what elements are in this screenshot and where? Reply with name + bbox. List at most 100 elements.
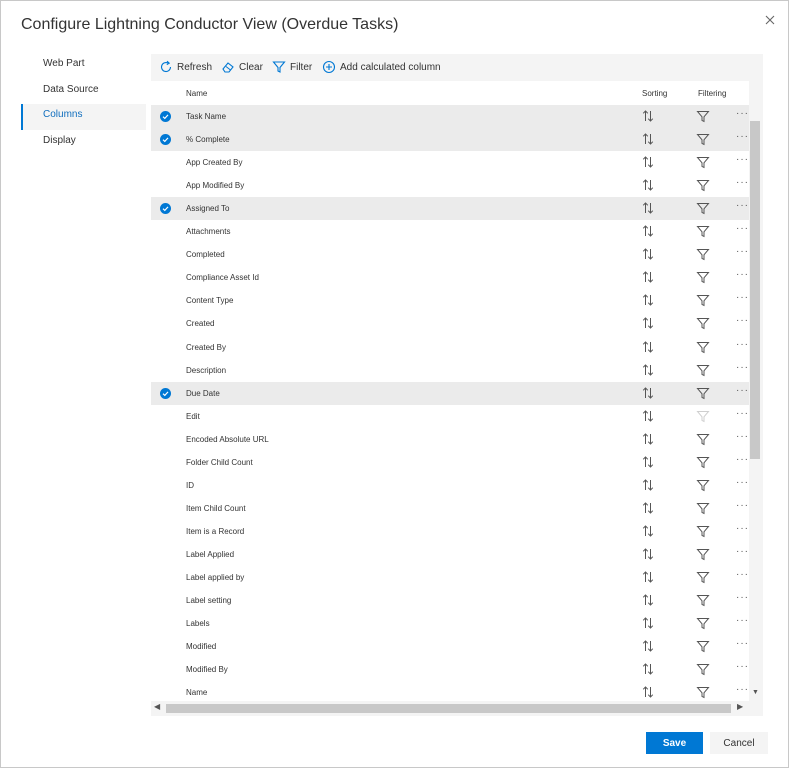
sort-toggle[interactable] [642, 432, 654, 446]
sort-toggle[interactable] [642, 363, 654, 377]
sort-toggle[interactable] [642, 386, 654, 400]
filter-toggle[interactable] [696, 341, 710, 354]
nav-item-display[interactable]: Display [21, 130, 146, 156]
sort-toggle[interactable] [642, 132, 654, 146]
row-checkbox[interactable] [160, 134, 171, 146]
sort-toggle[interactable] [642, 247, 654, 261]
table-row[interactable]: Name ··· [151, 681, 749, 701]
filter-toggle[interactable] [696, 686, 710, 699]
more-options-button[interactable]: ··· [736, 131, 749, 142]
filter-toggle[interactable] [696, 640, 710, 653]
more-options-button[interactable]: ··· [736, 200, 749, 211]
more-options-button[interactable]: ··· [736, 569, 749, 580]
nav-item-web-part[interactable]: Web Part [21, 53, 146, 79]
filter-toggle[interactable] [696, 110, 710, 123]
table-row[interactable]: % Complete ··· [151, 128, 749, 152]
more-options-button[interactable]: ··· [736, 362, 749, 373]
sort-toggle[interactable] [642, 593, 654, 607]
filter-toggle[interactable] [696, 294, 710, 307]
row-checkbox[interactable] [160, 111, 171, 122]
more-options-button[interactable]: ··· [736, 408, 749, 419]
more-options-button[interactable]: ··· [736, 638, 749, 649]
more-options-button[interactable]: ··· [736, 523, 749, 534]
more-options-button[interactable]: ··· [736, 592, 749, 603]
table-row[interactable]: Encoded Absolute URL ··· [151, 428, 749, 451]
sort-toggle[interactable] [642, 155, 654, 169]
table-row[interactable]: Modified By ··· [151, 658, 749, 681]
filter-toggle[interactable] [696, 548, 710, 561]
table-row[interactable]: App Created By ··· [151, 151, 749, 174]
more-options-button[interactable]: ··· [736, 246, 749, 257]
column-header-sorting[interactable]: Sorting [642, 89, 667, 98]
nav-item-data-source[interactable]: Data Source [21, 79, 146, 105]
more-options-button[interactable]: ··· [736, 431, 749, 442]
more-options-button[interactable]: ··· [736, 454, 749, 465]
more-options-button[interactable]: ··· [736, 546, 749, 557]
filter-toggle[interactable] [696, 502, 710, 515]
more-options-button[interactable]: ··· [736, 154, 749, 165]
sort-toggle[interactable] [642, 547, 654, 561]
filter-toggle[interactable] [696, 317, 710, 330]
filter-toggle[interactable] [696, 156, 710, 169]
sort-toggle[interactable] [642, 316, 654, 330]
vertical-scroll-thumb[interactable] [750, 121, 760, 459]
more-options-button[interactable]: ··· [736, 223, 749, 234]
sort-toggle[interactable] [642, 178, 654, 192]
table-row[interactable]: Assigned To ··· [151, 197, 749, 221]
more-options-button[interactable]: ··· [736, 477, 749, 488]
table-row[interactable]: Modified ··· [151, 635, 749, 658]
filter-toggle[interactable] [696, 571, 710, 584]
table-row[interactable]: Attachments ··· [151, 220, 749, 243]
table-row[interactable]: Compliance Asset Id ··· [151, 266, 749, 289]
filter-toggle[interactable] [696, 663, 710, 676]
table-row[interactable]: Content Type ··· [151, 289, 749, 312]
filter-toggle[interactable] [696, 617, 710, 630]
table-row[interactable]: Label applied by ··· [151, 566, 749, 589]
filter-toggle[interactable] [696, 133, 710, 146]
more-options-button[interactable]: ··· [736, 292, 749, 303]
sort-toggle[interactable] [642, 455, 654, 469]
table-row[interactable]: Labels ··· [151, 612, 749, 635]
more-options-button[interactable]: ··· [736, 684, 749, 695]
sort-toggle[interactable] [642, 570, 654, 584]
filter-toggle[interactable] [696, 479, 710, 492]
sort-toggle[interactable] [642, 524, 654, 538]
save-button[interactable]: Save [646, 732, 703, 754]
table-row[interactable]: Label Applied ··· [151, 543, 749, 566]
horizontal-scroll-thumb[interactable] [166, 704, 731, 713]
clear-button[interactable]: Clear [221, 58, 263, 76]
table-row[interactable]: Task Name ··· [151, 105, 749, 128]
more-options-button[interactable]: ··· [736, 269, 749, 280]
row-checkbox[interactable] [160, 387, 171, 399]
filter-toggle[interactable] [696, 456, 710, 469]
column-header-name[interactable]: Name [186, 89, 207, 98]
table-row[interactable]: App Modified By ··· [151, 174, 749, 197]
more-options-button[interactable]: ··· [736, 315, 749, 326]
table-row[interactable]: Created By ··· [151, 336, 749, 359]
sort-toggle[interactable] [642, 109, 654, 123]
table-row[interactable]: Label setting ··· [151, 589, 749, 612]
cancel-button[interactable]: Cancel [710, 732, 768, 754]
sort-toggle[interactable] [642, 201, 654, 215]
table-row[interactable]: Created ··· [151, 312, 749, 335]
filter-toggle[interactable] [696, 525, 710, 538]
refresh-button[interactable]: Refresh [159, 58, 212, 76]
add-calculated-column-button[interactable]: Add calculated column [322, 58, 441, 76]
sort-toggle[interactable] [642, 639, 654, 653]
table-row[interactable]: Item is a Record ··· [151, 520, 749, 543]
sort-toggle[interactable] [642, 224, 654, 238]
filter-toggle[interactable] [696, 271, 710, 284]
sort-toggle[interactable] [642, 478, 654, 492]
table-row[interactable]: Description ··· [151, 359, 749, 382]
filter-toggle[interactable] [696, 387, 710, 400]
filter-toggle[interactable] [696, 225, 710, 238]
close-button[interactable] [761, 11, 779, 29]
more-options-button[interactable]: ··· [736, 177, 749, 188]
table-row[interactable]: Due Date ··· [151, 381, 749, 405]
filter-toggle[interactable] [696, 248, 710, 261]
column-header-filtering[interactable]: Filtering [698, 89, 726, 98]
more-options-button[interactable]: ··· [736, 615, 749, 626]
scroll-left-arrow[interactable]: ◀ [154, 702, 160, 711]
table-row[interactable]: Completed ··· [151, 243, 749, 266]
filter-toggle[interactable] [696, 594, 710, 607]
